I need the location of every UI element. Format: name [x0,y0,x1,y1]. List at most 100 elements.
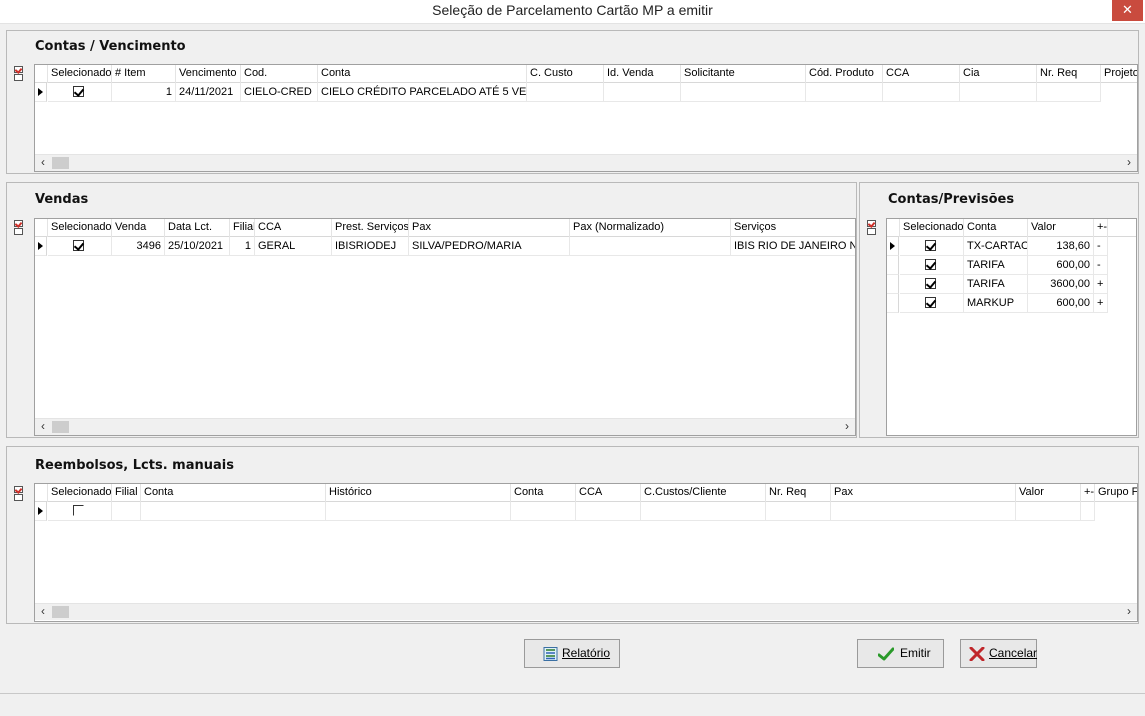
scroll-thumb[interactable] [52,606,69,618]
cell-valor[interactable] [1016,502,1081,521]
col-cod[interactable]: Cod. [241,65,318,83]
col-filial[interactable]: Filial [230,219,255,237]
col-pax-normalizado[interactable]: Pax (Normalizado) [570,219,731,237]
select-all-icon[interactable] [14,220,24,236]
col-data-lct[interactable]: Data Lct. [165,219,230,237]
col-conta[interactable]: Conta [964,219,1028,237]
select-all-icon[interactable] [14,66,24,82]
col-filial[interactable]: Filial [112,484,141,502]
cell-conta-2[interactable] [511,502,576,521]
cancelar-button[interactable]: Cancelar [960,639,1037,668]
col-pax[interactable]: Pax [831,484,1016,502]
selecionado-checkbox[interactable] [925,297,936,308]
cell-filial[interactable] [112,502,141,521]
col-c-custos-cliente[interactable]: C.Custos/Cliente [641,484,766,502]
col-cia[interactable]: Cia [960,65,1037,83]
table-row[interactable]: 3496 25/10/2021 1 GERAL IBISRIODEJ SILVA… [35,237,855,256]
cell-selecionado[interactable] [900,294,964,313]
col-solicitante[interactable]: Solicitante [681,65,806,83]
table-row[interactable]: TARIFA 600,00 - [887,256,1108,275]
scroll-left-icon[interactable]: ‹ [35,604,51,620]
col-projeto[interactable]: Projeto [1101,65,1137,83]
col-servicos[interactable]: Serviços [731,219,855,237]
selecionado-checkbox[interactable] [925,259,936,270]
col-selecionado[interactable]: Selecionado [48,219,112,237]
select-all-icon[interactable] [867,220,877,236]
col-vencimento[interactable]: Vencimento [176,65,241,83]
cell-sinal: - [1094,237,1108,256]
cell-selecionado[interactable] [48,83,112,102]
col-valor[interactable]: Valor [1016,484,1081,502]
cancelar-label: Cancelar [989,646,1038,660]
scroll-thumb[interactable] [52,421,69,433]
col-selecionado[interactable]: Selecionado [900,219,964,237]
previsoes-grid: Selecionado Conta Valor +- TX-CARTAO 138… [886,218,1137,436]
cell-cca [883,83,960,102]
col-venda[interactable]: Venda [112,219,165,237]
selecionado-checkbox[interactable] [73,240,84,251]
col-cca[interactable]: CCA [576,484,641,502]
col-cca[interactable]: CCA [255,219,332,237]
cell-pax[interactable] [831,502,1016,521]
col-sinal[interactable]: +- [1081,484,1095,502]
cell-cca[interactable] [576,502,641,521]
cell-selecionado[interactable] [900,275,964,294]
selecionado-checkbox[interactable] [73,86,84,97]
col-sinal[interactable]: +- [1094,219,1108,237]
cell-selecionado[interactable] [48,237,112,256]
scroll-right-icon[interactable]: › [1121,604,1137,620]
cell-sinal: + [1094,275,1108,294]
cell-c-custos-cliente[interactable] [641,502,766,521]
col-pax[interactable]: Pax [409,219,570,237]
close-button[interactable]: ✕ [1112,0,1143,21]
contas-hscrollbar[interactable]: ‹ › [35,154,1137,171]
select-all-icon[interactable] [14,486,24,502]
col-item[interactable]: # Item [112,65,176,83]
col-historico[interactable]: Histórico [326,484,511,502]
cell-conta[interactable] [141,502,326,521]
table-row[interactable]: TX-CARTAO 138,60 - [887,237,1108,256]
selecionado-checkbox[interactable] [925,278,936,289]
cell-selecionado[interactable] [48,502,112,521]
col-conta[interactable]: Conta [318,65,527,83]
col-valor[interactable]: Valor [1028,219,1094,237]
col-cca[interactable]: CCA [883,65,960,83]
col-id-venda[interactable]: Id. Venda [604,65,681,83]
col-conta-2[interactable]: Conta [511,484,576,502]
cell-selecionado[interactable] [900,256,964,275]
col-selecionado[interactable]: Selecionado [48,484,112,502]
col-nr-req[interactable]: Nr. Req [766,484,831,502]
vendas-grid: Selecionado Venda Data Lct. Filial CCA P… [34,218,856,436]
reembolsos-hscrollbar[interactable]: ‹ › [35,603,1137,620]
cell-selecionado[interactable] [900,237,964,256]
cell-pax: SILVA/PEDRO/MARIA [409,237,570,256]
table-row[interactable]: MARKUP 600,00 + [887,294,1108,313]
col-c-custo[interactable]: C. Custo [527,65,604,83]
vendas-title: Vendas [35,192,89,207]
col-conta[interactable]: Conta [141,484,326,502]
cell-sinal[interactable] [1081,502,1095,521]
cell-historico[interactable] [326,502,511,521]
selecionado-checkbox[interactable] [925,240,936,251]
contas-grid-header: Selecionado # Item Vencimento Cod. Conta… [35,65,1137,83]
scroll-right-icon[interactable]: › [1121,155,1137,171]
table-row[interactable]: 1 24/11/2021 CIELO-CRED CIELO CRÉDITO PA… [35,83,1137,102]
emitir-button[interactable]: Emitir [857,639,944,668]
col-prest-servicos[interactable]: Prest. Serviços [332,219,409,237]
scroll-left-icon[interactable]: ‹ [35,155,51,171]
col-cod-produto[interactable]: Cód. Produto [806,65,883,83]
scroll-right-icon[interactable]: › [839,419,855,435]
col-selecionado[interactable]: Selecionado [48,65,112,83]
table-row[interactable]: TARIFA 3600,00 + [887,275,1108,294]
col-grupo[interactable]: Grupo F [1095,484,1137,502]
vendas-hscrollbar[interactable]: ‹ › [35,418,855,435]
indicator-header [35,484,48,502]
col-nr-req[interactable]: Nr. Req [1037,65,1101,83]
relatorio-button[interactable]: Relatório [524,639,620,668]
selecionado-checkbox[interactable] [73,505,84,516]
cell-nr-req[interactable] [766,502,831,521]
table-row[interactable] [35,502,1137,521]
cell-data-lct: 25/10/2021 [165,237,230,256]
scroll-thumb[interactable] [52,157,69,169]
scroll-left-icon[interactable]: ‹ [35,419,51,435]
